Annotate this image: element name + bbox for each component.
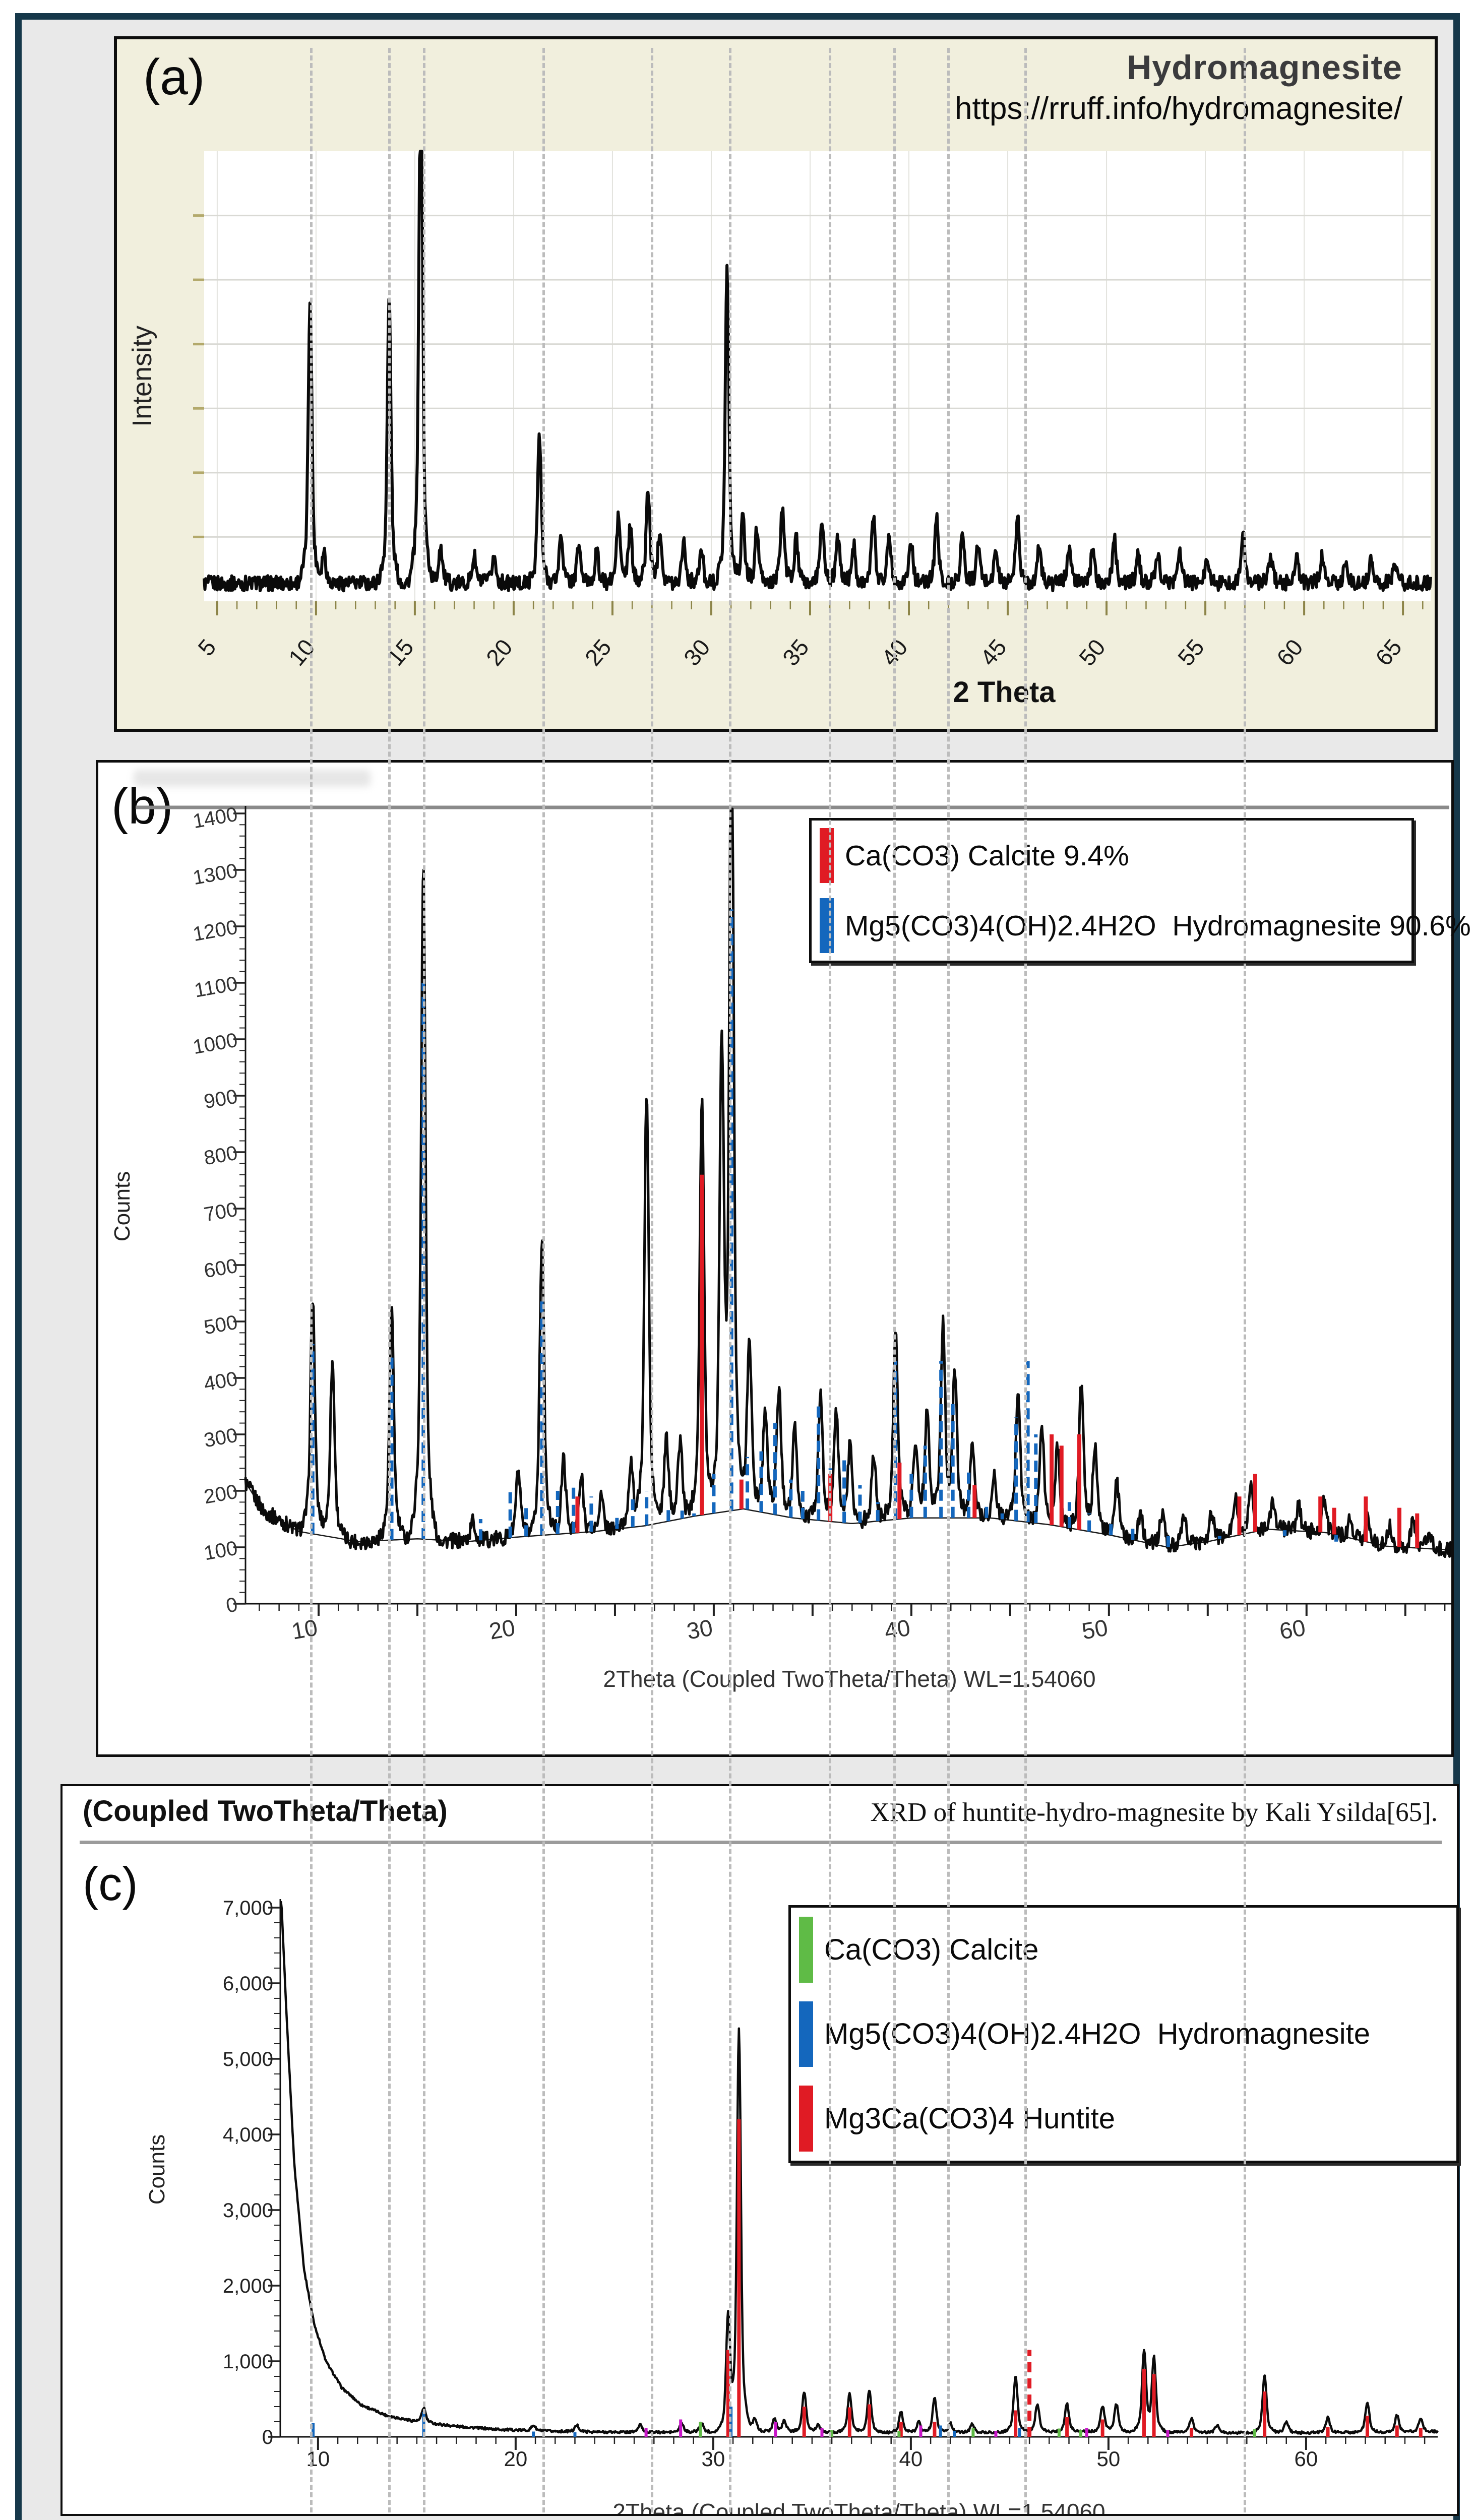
svg-text:600: 600: [202, 1255, 239, 1283]
svg-text:50: 50: [1074, 634, 1111, 671]
panel-c-huntite-hydromagnesite: (Coupled TwoTheta/Theta) XRD of huntite-…: [60, 1784, 1459, 2516]
huntite-color-swatch: [799, 2086, 813, 2152]
svg-text:5,000: 5,000: [223, 2048, 273, 2070]
panel-b-rietveld-quantification: (b) 102030405060010020030040050060070080…: [96, 760, 1454, 1757]
xrd-plot-a: 5 10 15 20 25 30 35 40 45 50 55 60 65 Intensity 2 Thet…: [117, 39, 1435, 729]
legend-row-huntite: Mg3Ca(CO3)4 Huntite: [791, 2076, 1456, 2161]
svg-text:Counts: Counts: [110, 1171, 135, 1241]
svg-text:10: 10: [283, 634, 320, 671]
svg-text:300: 300: [202, 1424, 239, 1452]
svg-text:1,000: 1,000: [223, 2351, 273, 2373]
panel-b-legend: Ca(CO3) Calcite 9.4% Mg5(CO3)4(OH)2.4H2O…: [809, 818, 1414, 963]
legend-label-calcite: Ca(CO3) Calcite: [824, 1933, 1038, 1967]
calcite-color-swatch: [799, 1917, 813, 1983]
svg-text:1300: 1300: [191, 859, 239, 889]
svg-text:60: 60: [1277, 1614, 1307, 1645]
svg-text:60: 60: [1271, 634, 1308, 671]
legend-row-hydromagnesite: Mg5(CO3)4(OH)2.4H2O Hydromagnesite 90.6%: [812, 891, 1411, 961]
svg-text:10: 10: [289, 1614, 319, 1645]
svg-text:20: 20: [481, 634, 518, 671]
legend-label-calcite: Ca(CO3) Calcite 9.4%: [845, 839, 1129, 872]
svg-text:100: 100: [202, 1537, 239, 1565]
svg-text:1200: 1200: [191, 916, 239, 946]
svg-text:40: 40: [882, 1614, 912, 1645]
legend-row-calcite: Ca(CO3) Calcite: [791, 1908, 1456, 1992]
svg-text:30: 30: [679, 634, 715, 671]
panel-c-legend: Ca(CO3) Calcite Mg5(CO3)4(OH)2.4H2O Hydr…: [788, 1905, 1459, 2163]
svg-text:6,000: 6,000: [223, 1973, 273, 1995]
figure-canvas: (a) Hydromagnesite https://rruff.info/hy…: [0, 0, 1475, 2520]
svg-text:7,000: 7,000: [223, 1897, 273, 1919]
svg-text:3,000: 3,000: [223, 2199, 273, 2222]
svg-text:1000: 1000: [191, 1029, 239, 1059]
legend-row-hydromagnesite: Mg5(CO3)4(OH)2.4H2O Hydromagnesite: [791, 1992, 1456, 2076]
svg-text:20: 20: [487, 1614, 517, 1645]
svg-text:0: 0: [224, 1594, 239, 1617]
svg-text:Counts: Counts: [145, 2134, 169, 2204]
svg-text:900: 900: [202, 1086, 239, 1113]
svg-text:20: 20: [504, 2447, 528, 2471]
svg-text:2,000: 2,000: [223, 2275, 273, 2297]
svg-text:50: 50: [1080, 1614, 1110, 1645]
hydromagnesite-color-swatch: [799, 2001, 813, 2067]
panel-a-rruff-reference: (a) Hydromagnesite https://rruff.info/hy…: [114, 36, 1438, 732]
legend-label-hydromagnesite: Mg5(CO3)4(OH)2.4H2O Hydromagnesite: [824, 2017, 1370, 2051]
svg-text:5: 5: [193, 634, 221, 661]
svg-text:45: 45: [975, 634, 1012, 671]
svg-text:400: 400: [202, 1368, 239, 1396]
hydromagnesite-color-swatch: [820, 898, 834, 953]
legend-label-hydromagnesite: Mg5(CO3)4(OH)2.4H2O Hydromagnesite 90.6%: [845, 909, 1471, 942]
svg-text:2Theta (Coupled TwoTheta/Theta: 2Theta (Coupled TwoTheta/Theta) WL=1.540…: [603, 1666, 1095, 1692]
svg-text:800: 800: [202, 1142, 239, 1170]
legend-label-huntite: Mg3Ca(CO3)4 Huntite: [824, 2102, 1115, 2135]
svg-text:0: 0: [262, 2426, 273, 2448]
svg-text:65: 65: [1370, 634, 1407, 671]
svg-text:Intensity: Intensity: [127, 326, 157, 427]
svg-text:50: 50: [1097, 2447, 1121, 2471]
svg-text:35: 35: [777, 634, 814, 671]
svg-text:700: 700: [202, 1199, 239, 1226]
svg-text:4,000: 4,000: [223, 2124, 273, 2146]
svg-text:30: 30: [702, 2447, 725, 2471]
svg-text:1100: 1100: [193, 973, 239, 1002]
svg-text:2Theta (Coupled TwoTheta/Theta: 2Theta (Coupled TwoTheta/Theta) WL=1.540…: [612, 2499, 1105, 2514]
svg-text:200: 200: [202, 1481, 239, 1508]
svg-text:60: 60: [1295, 2447, 1318, 2471]
svg-text:40: 40: [899, 2447, 923, 2471]
svg-text:15: 15: [382, 634, 419, 671]
svg-text:40: 40: [876, 634, 913, 671]
svg-text:30: 30: [685, 1614, 714, 1645]
svg-text:55: 55: [1173, 634, 1209, 671]
svg-text:500: 500: [202, 1311, 239, 1339]
calcite-color-swatch: [820, 828, 834, 883]
legend-row-calcite: Ca(CO3) Calcite 9.4%: [812, 821, 1411, 891]
svg-text:10: 10: [306, 2447, 330, 2471]
svg-text:2 Theta: 2 Theta: [953, 676, 1056, 709]
svg-text:25: 25: [580, 634, 617, 671]
